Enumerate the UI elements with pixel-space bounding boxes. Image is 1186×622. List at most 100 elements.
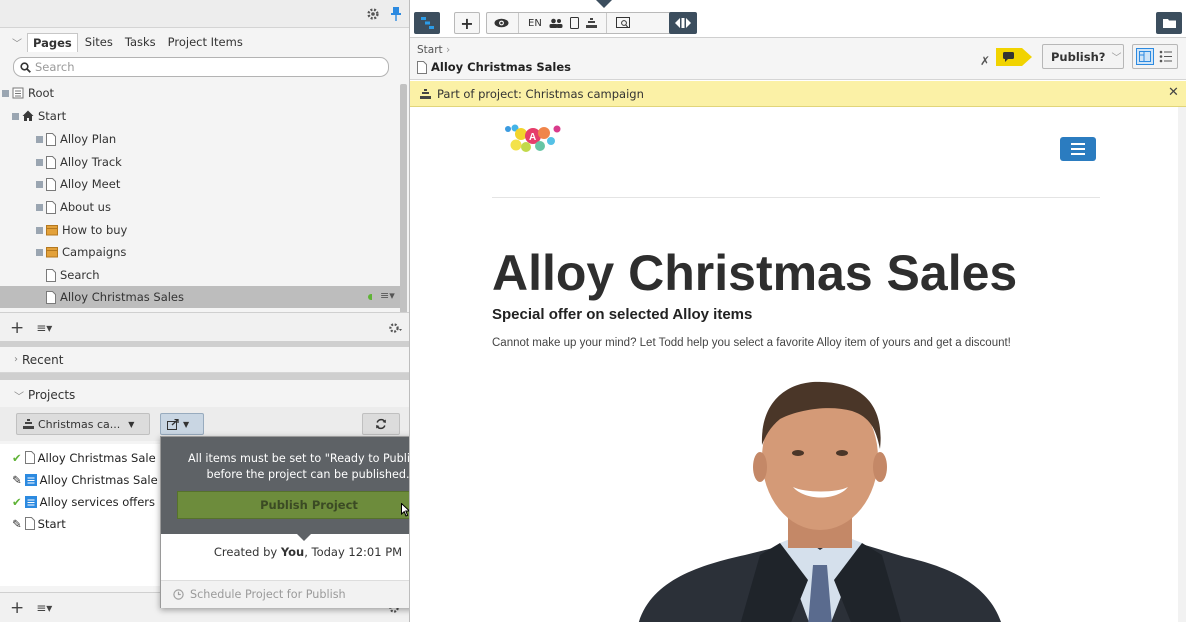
todd-portrait-image [630, 375, 1010, 622]
expand-icon[interactable] [36, 180, 43, 188]
content-title-bar: Start › Alloy Christmas Sales ✗ Publish?… [410, 38, 1186, 80]
page-icon [46, 290, 56, 304]
tree-icon [420, 17, 434, 29]
refresh-button[interactable] [362, 413, 400, 435]
pages-tabs: ﹀ Pages Sites Tasks Project Items [12, 32, 248, 52]
preview-eye-icon[interactable] [494, 18, 509, 28]
expand-icon[interactable] [36, 135, 43, 143]
page-title: Alloy Christmas Sales [417, 60, 571, 74]
tree-item-label: How to buy [62, 223, 128, 237]
recent-section-header[interactable]: › Recent [0, 347, 409, 373]
toolbar-handle-icon[interactable] [596, 0, 612, 8]
publish-project-popover: All items must be set to "Ready to Publi… [160, 436, 410, 608]
svg-text:A: A [529, 132, 536, 143]
editor-toolbar: + EN [410, 0, 1186, 38]
breadcrumb-start[interactable]: Start [417, 44, 443, 56]
tree-item-alloy-plan[interactable]: Alloy Plan [0, 128, 400, 150]
add-icon[interactable]: + [10, 318, 24, 338]
refresh-icon [375, 418, 387, 430]
assets-pane-toggle[interactable] [1156, 12, 1182, 34]
tab-sites[interactable]: Sites [80, 33, 118, 51]
navigation-pane-toggle[interactable] [414, 12, 440, 34]
settings-gear-icon[interactable] [388, 321, 402, 335]
device-icon[interactable] [569, 17, 579, 29]
list-menu-icon[interactable]: ≡▾ [36, 601, 52, 615]
add-icon[interactable]: + [10, 598, 24, 618]
close-icon[interactable]: ✕ [1168, 85, 1179, 100]
created-prefix: Created by [213, 545, 281, 559]
language-label[interactable]: EN [528, 18, 542, 29]
on-page-edit-icon[interactable] [1136, 48, 1154, 65]
tree-item-alloy-christmas-sales[interactable]: Alloy Christmas Sales ≡▾ [0, 286, 400, 308]
expand-icon[interactable] [36, 226, 43, 234]
tree-item-campaigns[interactable]: Campaigns [0, 241, 400, 263]
page-icon [46, 132, 56, 146]
pin-off-icon[interactable]: ✗ [980, 54, 990, 68]
container-icon [46, 224, 58, 236]
add-icon: + [460, 13, 474, 33]
project-notice-text: Part of project: Christmas campaign [437, 86, 644, 101]
page-subheading: Special offer on selected Alloy items [492, 306, 753, 323]
page-icon [24, 451, 35, 464]
list-menu-icon[interactable]: ≡▾ [36, 321, 52, 335]
toggle-width-button[interactable] [669, 12, 697, 34]
tree-item-label: Start [38, 109, 67, 123]
publish-project-button[interactable]: Publish Project [177, 491, 409, 519]
tree-item-how-to-buy[interactable]: How to buy [0, 219, 400, 241]
pane-header-bar [0, 0, 409, 28]
projects-label: Projects [28, 388, 76, 402]
tree-item-alloy-meet[interactable]: Alloy Meet [0, 173, 400, 195]
tree-item-root[interactable]: Root [0, 82, 400, 104]
container-icon [46, 246, 58, 258]
schedule-project-button[interactable]: Schedule Project for Publish [161, 580, 409, 608]
tree-item-search[interactable]: Search [0, 264, 400, 286]
chevron-down-icon: ﹀ [1111, 53, 1122, 64]
expand-icon[interactable] [2, 89, 9, 97]
tree-scrollbar[interactable] [400, 84, 407, 316]
gear-icon[interactable] [366, 7, 380, 21]
create-new-button[interactable]: + [454, 12, 480, 34]
project-select[interactable]: Christmas ca... ▼ [16, 413, 150, 435]
divider [518, 13, 519, 33]
compare-view-icon[interactable] [615, 17, 630, 29]
pencil-icon: ✎ [12, 472, 22, 487]
all-properties-icon[interactable] [1159, 50, 1173, 63]
popover-message-line: All items must be set to "Ready to Publi… [187, 452, 410, 465]
hamburger-menu-icon[interactable] [1060, 137, 1096, 161]
share-icon [167, 418, 179, 430]
view-mode-group [1132, 44, 1178, 69]
project-publish-menu-button[interactable]: ▼ [160, 413, 204, 435]
projects-section-header[interactable]: ﹀ Projects [0, 382, 409, 408]
project-icon [420, 88, 431, 99]
context-menu-icon[interactable]: ≡▾ [380, 289, 395, 302]
tree-item-start[interactable]: Start [0, 105, 400, 127]
root-icon [12, 87, 24, 99]
tree-item-about-us[interactable]: About us [0, 196, 400, 218]
publish-menu-label: Publish? [1051, 49, 1106, 64]
page-paragraph: Cannot make up your mind? Let Todd help … [492, 337, 1011, 349]
alloy-logo[interactable]: A [502, 121, 564, 157]
expand-icon[interactable] [12, 112, 19, 120]
tab-project-items[interactable]: Project Items [163, 33, 248, 51]
expand-icon[interactable] [36, 158, 43, 166]
publish-project-label: Publish Project [260, 498, 358, 512]
search-input[interactable]: Search [13, 57, 389, 77]
pane-divider[interactable] [0, 373, 409, 380]
publish-menu-button[interactable]: Publish? ﹀ [1042, 44, 1124, 69]
block-icon [24, 495, 37, 508]
collapse-chevron-icon[interactable]: ﹀ [12, 35, 22, 50]
created-by-text: Created by You, Today 12:01 PM [161, 545, 409, 559]
project-toolbar-icon[interactable] [585, 18, 597, 28]
tab-pages[interactable]: Pages [27, 32, 78, 52]
visitor-group-icon[interactable] [549, 18, 563, 28]
tree-item-alloy-track[interactable]: Alloy Track [0, 151, 400, 173]
page-icon [46, 268, 56, 282]
pin-icon[interactable] [390, 6, 402, 22]
preview-scrollbar[interactable] [1178, 107, 1186, 622]
expand-icon[interactable] [36, 203, 43, 211]
tab-tasks[interactable]: Tasks [120, 33, 161, 51]
navigation-pane: ﹀ Pages Sites Tasks Project Items Search… [0, 0, 410, 622]
comment-icon[interactable] [996, 48, 1032, 66]
tree-toolbar: + ≡▾ [0, 312, 409, 342]
expand-icon[interactable] [36, 248, 43, 256]
